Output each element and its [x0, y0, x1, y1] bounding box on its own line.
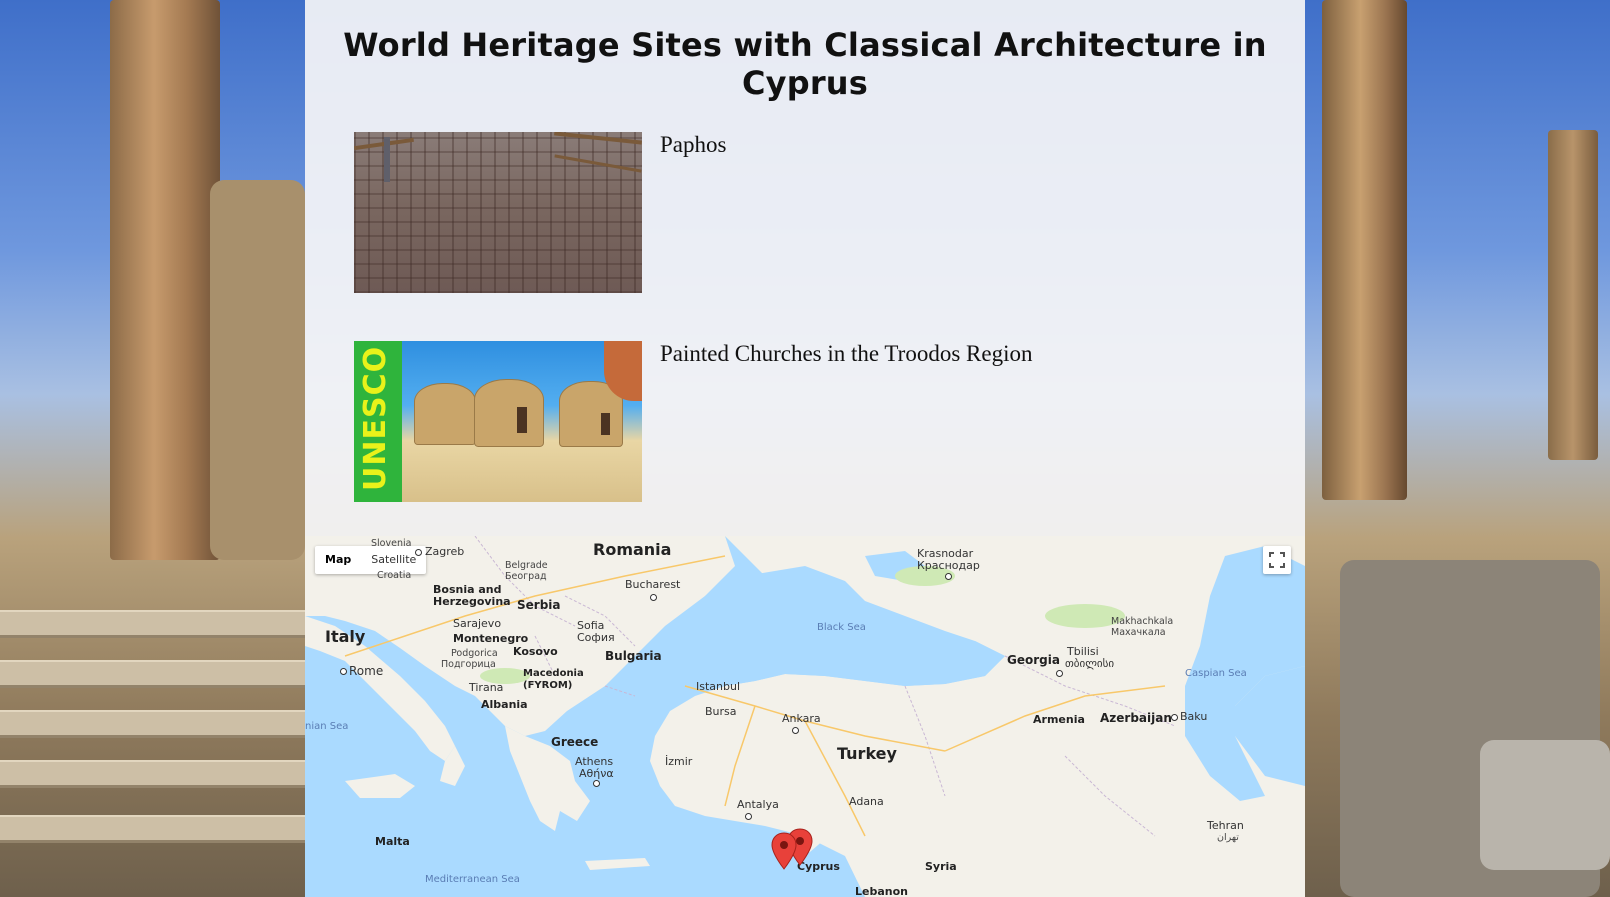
map-label: Montenegro [453, 632, 529, 645]
roundhouse-door [601, 413, 610, 435]
map-label: Greece [551, 735, 599, 749]
map-label: Zagreb [425, 545, 465, 558]
map-label: Turkey [837, 744, 897, 763]
map-label: Serbia [517, 598, 561, 612]
city-dot [340, 668, 347, 675]
bg-column-left [110, 0, 220, 560]
fullscreen-button[interactable] [1263, 546, 1291, 574]
bg-step-1 [0, 610, 305, 638]
bg-column-far-right [1548, 130, 1598, 460]
map-label: Bulgaria [605, 649, 662, 663]
bg-step-4 [0, 760, 305, 788]
map-label: Ankara [782, 712, 821, 725]
city-dot [415, 549, 422, 556]
map-label: Malta [375, 835, 410, 848]
bg-column-right [1322, 0, 1407, 500]
content-panel: World Heritage Sites with Classical Arch… [305, 0, 1305, 897]
map-label: Croatia [377, 570, 412, 581]
map-label: nian Sea [305, 721, 349, 732]
map-label: Sarajevo [453, 617, 502, 630]
map-label: Baku [1180, 710, 1208, 723]
fullscreen-icon [1269, 552, 1285, 568]
bg-ruins-left [210, 180, 305, 560]
map-label: Caspian Sea [1185, 668, 1247, 679]
map-label: Подгорица [441, 659, 496, 670]
map-label: Mediterranean Sea [425, 874, 520, 885]
city-dot [650, 594, 657, 601]
site-item-paphos[interactable]: Paphos [354, 132, 1274, 294]
map-label: Albania [481, 698, 528, 711]
map-label: Armenia [1033, 713, 1085, 726]
city-dot [792, 727, 799, 734]
map-label: Istanbul [696, 680, 741, 693]
bg-rock-right [1480, 740, 1610, 870]
map-label: Romania [593, 540, 672, 559]
map-label: Antalya [737, 798, 779, 811]
map-label: İzmir [665, 755, 693, 768]
map-label: Azerbaijan [1100, 711, 1172, 725]
map-label: Bosnia and Herzegovina [433, 583, 511, 608]
map-label: Tirana [469, 681, 504, 694]
map-label: Macedonia (FYROM) [523, 668, 584, 691]
unesco-badge: UNESCO [354, 341, 402, 502]
railing-post [384, 137, 390, 182]
map-label: Syria [925, 860, 957, 873]
map-type-map-button[interactable]: Map [315, 546, 361, 574]
bg-step-2 [0, 660, 305, 688]
map-label: Georgia [1007, 653, 1060, 667]
map-label: Adana [849, 795, 884, 808]
unesco-badge-text: UNESCO [358, 345, 393, 491]
map-label: Lebanon [855, 885, 908, 897]
map-label: Tehran [1207, 819, 1244, 832]
map-label: Махачкала [1111, 627, 1166, 638]
map-label: Београд [505, 571, 547, 582]
site-name-paphos[interactable]: Paphos [660, 132, 726, 158]
map-label: Rome [349, 664, 384, 678]
map-label: თბილისი [1065, 657, 1115, 670]
map-label: Bursa [705, 705, 737, 718]
google-map[interactable]: Map Satellite Slovenia Zagreb Croatia Ro… [305, 536, 1305, 897]
bg-step-3 [0, 710, 305, 738]
map-label: تهران [1217, 832, 1239, 843]
page-title: World Heritage Sites with Classical Arch… [343, 26, 1267, 102]
map-marker-troodos[interactable] [771, 832, 797, 870]
roundhouse-1 [414, 383, 476, 445]
city-dot [745, 813, 752, 820]
roundhouse-door [517, 407, 527, 433]
railing-right [554, 132, 642, 145]
map-label: Italy [325, 627, 366, 646]
bg-step-5 [0, 815, 305, 843]
map-label: Black Sea [817, 622, 866, 633]
city-dot [1171, 714, 1178, 721]
railing-right-low [554, 154, 642, 173]
map-label: София [577, 631, 615, 644]
city-dot [1056, 670, 1063, 677]
site-thumbnail-paphos[interactable] [354, 132, 642, 293]
map-label: Краснодар [917, 559, 980, 572]
map-label: Kosovo [513, 645, 558, 658]
site-name-troodos[interactable]: Painted Churches in the Troodos Region [660, 341, 1032, 367]
site-thumbnail-troodos[interactable]: UNESCO [354, 341, 642, 502]
map-label: Bucharest [625, 578, 681, 591]
city-dot [593, 780, 600, 787]
map-label: Slovenia [371, 538, 412, 549]
roundhouse-2 [474, 379, 544, 447]
site-item-troodos[interactable]: UNESCO Painted Churches in the Troodos R… [354, 341, 1274, 503]
city-dot [945, 573, 952, 580]
map-label: Αθήνα [579, 767, 614, 780]
